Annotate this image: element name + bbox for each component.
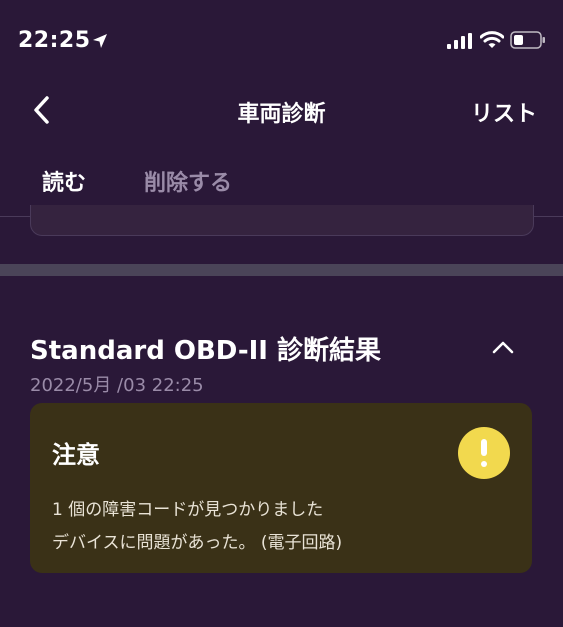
chevron-up-icon[interactable] [490,334,516,360]
cellular-signal-icon [447,33,472,49]
alert-message-line-1: 1 個の障害コードが見つかりました [52,500,324,520]
navigation-bar: 車両診断 リスト [0,80,563,140]
status-time: 22:25 [18,28,91,53]
wifi-icon [480,31,504,48]
status-bar: 22:25 [0,0,563,80]
location-arrow-icon [93,34,107,48]
previous-card-bottom [30,205,534,236]
section-divider [0,264,563,276]
tab-read[interactable]: 読む [42,165,86,197]
battery-icon [510,31,545,49]
result-date: 2022/5月 /03 22:25 [30,375,204,396]
alert-title: 注意 [52,441,100,469]
list-button[interactable]: リスト [471,96,537,128]
alert-message-line-2: デバイスに問題があった。 (電子回路) [52,533,343,553]
alert-card: 注意 1 個の障害コードが見つかりました デバイスに問題があった。 (電子回路) [30,403,532,573]
warning-icon [458,427,510,479]
result-title: Standard OBD-II 診断結果 [30,336,382,366]
tab-delete[interactable]: 削除する [144,165,232,197]
